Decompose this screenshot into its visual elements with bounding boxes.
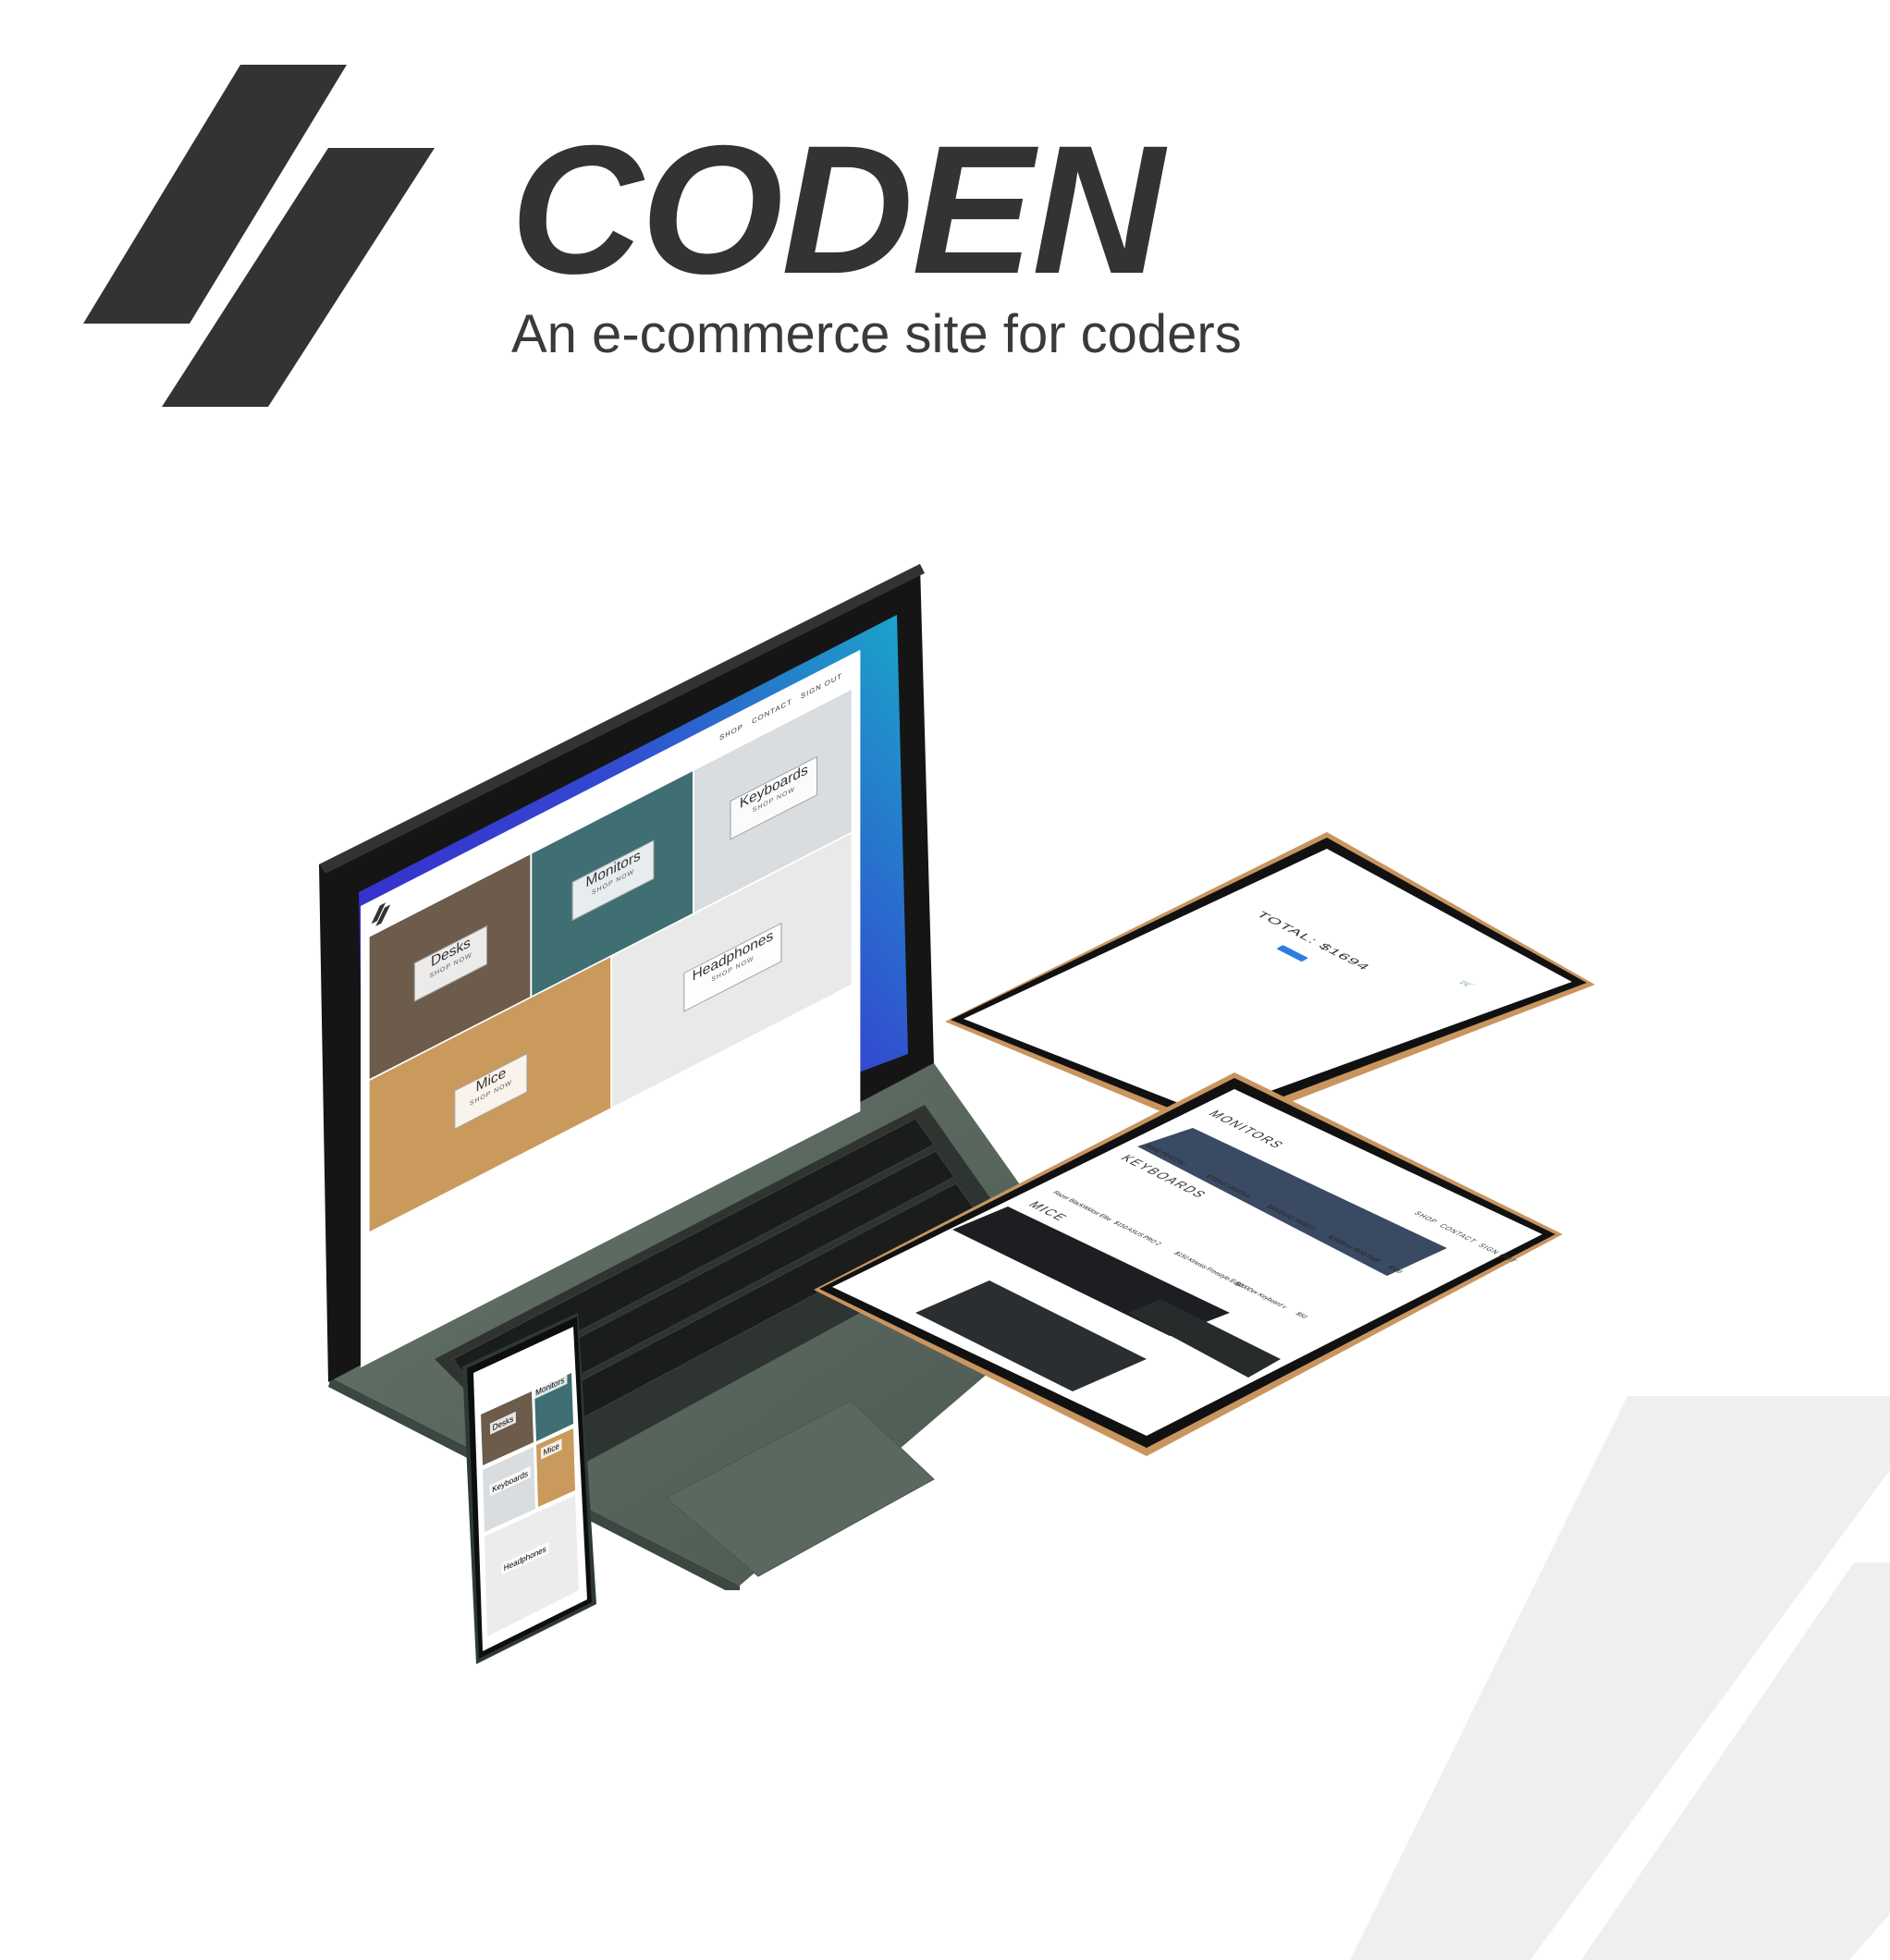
section-mice: MICE bbox=[1025, 1199, 1073, 1223]
keyboard-item-3[interactable]: $200Dev Keyboard v bbox=[1233, 1281, 1288, 1309]
phone-tile-mice[interactable]: Mice bbox=[540, 1439, 562, 1460]
cart-icon[interactable]: 🛒 bbox=[1458, 980, 1475, 989]
tablet-nav-shop[interactable]: SHOP bbox=[1412, 1210, 1440, 1224]
background-stripes bbox=[1350, 1396, 1890, 1960]
phone-tile-monitors[interactable]: Monitors bbox=[533, 1372, 568, 1400]
keyboard-item-4[interactable]: $50 bbox=[1294, 1312, 1308, 1319]
site-logo-icon[interactable] bbox=[371, 900, 391, 929]
tile-headphones-title: Headphones bbox=[692, 927, 774, 985]
phone-tile-keyboards[interactable]: Keyboards bbox=[489, 1466, 531, 1497]
tile-headphones-label: Headphones SHOP NOW bbox=[683, 922, 782, 1012]
tile-desks-label: Desks SHOP NOW bbox=[413, 925, 488, 1002]
monitor-item-3[interactable]: $200Benz ROG Swift bbox=[1325, 1235, 1381, 1264]
tablet-nav-contact[interactable]: CONTACT bbox=[1437, 1223, 1479, 1244]
monitor-item-1[interactable]: $700LG UltraGear bbox=[1204, 1174, 1254, 1199]
phone-webpage: Desks Monitors Keyboards Mice Headphones bbox=[481, 1344, 578, 1646]
monitor-item-2[interactable]: $500BenQ SW321C bbox=[1264, 1205, 1319, 1231]
nav-contact[interactable]: CONTACT bbox=[752, 697, 792, 726]
tile-keyboards-label: Keyboards SHOP NOW bbox=[730, 755, 818, 840]
section-keyboards: KEYBOARDS bbox=[1117, 1152, 1211, 1200]
brand-tagline: An e-commerce site for coders bbox=[511, 304, 1242, 364]
nav-shop[interactable]: SHOP bbox=[719, 722, 743, 742]
checkout-total: TOTAL: $1694 bbox=[1253, 909, 1374, 973]
phone-tile-desks[interactable]: Desks bbox=[489, 1411, 517, 1435]
coden-logo-mark bbox=[83, 65, 435, 407]
pay-button[interactable] bbox=[1276, 945, 1308, 962]
tile-mice-label: Mice SHOP NOW bbox=[454, 1052, 528, 1130]
brand-title: CODEN bbox=[510, 107, 1164, 312]
tablet-nav-sign-out[interactable]: SIGN OUT bbox=[1476, 1243, 1519, 1264]
keyboard-item-1[interactable]: $150 ASUS PRO 2 bbox=[1111, 1221, 1162, 1247]
tile-monitors-label: Monitors SHOP NOW bbox=[571, 839, 655, 922]
phone-tile-headphones[interactable]: Headphones bbox=[501, 1541, 549, 1575]
monitor-item-4[interactable]: $500 bbox=[1385, 1266, 1403, 1275]
